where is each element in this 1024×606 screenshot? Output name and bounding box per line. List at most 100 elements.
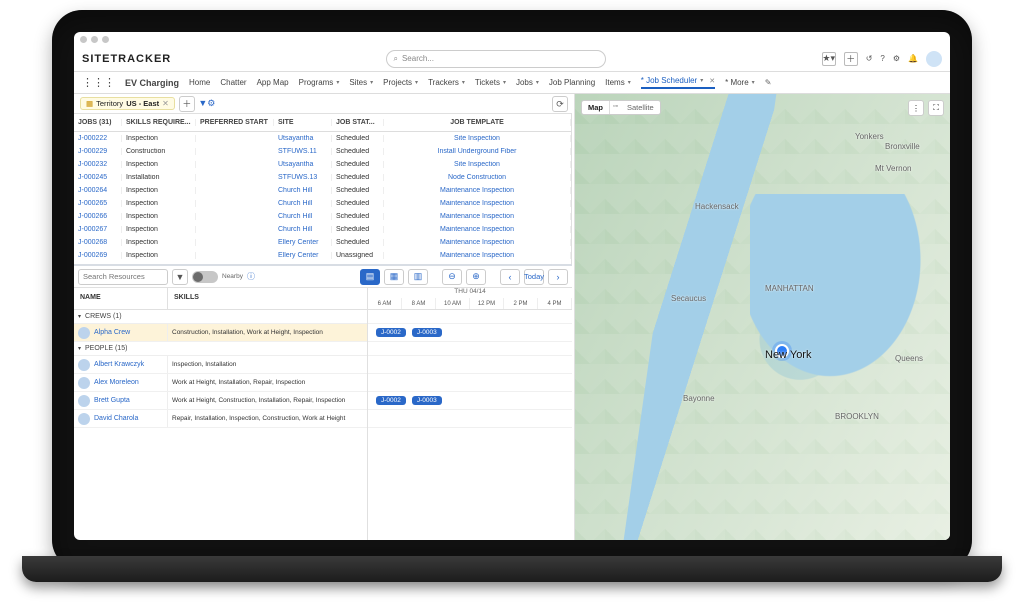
table-row[interactable]: J-000266InspectionChurch HillScheduledMa… (74, 210, 571, 223)
map-place-label: Secaucus (671, 294, 706, 303)
close-icon[interactable]: ✕ (706, 77, 715, 85)
refresh-button[interactable]: ⟳ (552, 96, 568, 112)
col-start[interactable]: PREFERRED START (196, 119, 274, 126)
app-name: EV Charging (125, 78, 179, 88)
help-icon[interactable]: ? (880, 54, 884, 63)
table-row[interactable]: J-000264InspectionChurch HillScheduledMa… (74, 184, 571, 197)
resource-row[interactable]: David CharolaRepair, Installation, Inspe… (74, 410, 367, 428)
view-month-button[interactable]: ▥ (408, 269, 428, 285)
prev-day-button[interactable]: ‹ (500, 269, 520, 285)
filter-settings-button[interactable]: ▼⚙ (199, 96, 215, 112)
tab-more[interactable]: * More▾ (725, 78, 755, 87)
tab-programs[interactable]: Programs▾ (299, 78, 340, 87)
col-site[interactable]: SITE (274, 119, 332, 126)
tab-jobscheduler[interactable]: * Job Scheduler▾✕ (641, 76, 715, 89)
resource-search-input[interactable] (78, 269, 168, 285)
resource-row[interactable]: Alpha CrewConstruction, Installation, Wo… (74, 324, 367, 342)
resource-row[interactable]: Albert KrawczykInspection, Installation (74, 356, 367, 374)
schedule-lane[interactable]: J-0002 J-0003 (368, 324, 572, 342)
resource-row[interactable]: Alex MoreleonWork at Height, Installatio… (74, 374, 367, 392)
favorite-button[interactable]: ★▾ (822, 52, 836, 66)
app-launcher-icon[interactable]: ⋮⋮⋮ (82, 76, 115, 89)
tab-chatter[interactable]: Chatter (220, 78, 246, 87)
nearby-toggle[interactable] (192, 271, 218, 283)
chip-close-icon[interactable]: ✕ (162, 99, 169, 108)
resource-row[interactable]: Brett GuptaWork at Height, Construction,… (74, 392, 367, 410)
view-day-button[interactable]: ▤ (360, 269, 380, 285)
group-header[interactable]: ▾PEOPLE (15) (74, 342, 367, 356)
resource-filter-button[interactable]: ▼ (172, 269, 188, 285)
job-chip[interactable]: J-0002 (376, 328, 406, 337)
tab-sites[interactable]: Sites▾ (349, 78, 373, 87)
window-dots (80, 36, 109, 43)
schedule-lane[interactable] (368, 410, 572, 428)
table-row[interactable]: J-000229ConstructionSTFUWS.11ScheduledIn… (74, 145, 571, 158)
table-row[interactable]: J-000245InstallationSTFUWS.13ScheduledNo… (74, 171, 571, 184)
brand-logo: SITETRACKER (82, 53, 171, 65)
history-icon[interactable]: ↺ (866, 54, 873, 63)
group-header[interactable]: ▾CREWS (1) (74, 310, 367, 324)
header-actions: ★▾ ＋ ↺ ? ⚙ 🔔 (822, 51, 942, 67)
tab-projects[interactable]: Projects▾ (383, 78, 418, 87)
schedule-panel: NAME SKILLS ▾CREWS (1)Alpha CrewConstruc… (74, 288, 572, 540)
map-layers-button[interactable]: ⋮ (908, 100, 924, 116)
col-jobs[interactable]: JOBS (31) (74, 119, 122, 126)
tab-appmap[interactable]: App Map (257, 78, 289, 87)
tab-jobplanning[interactable]: Job Planning (549, 78, 595, 87)
map-place-label: Queens (895, 354, 923, 363)
table-row[interactable]: J-000269InspectionEllery CenterUnassigne… (74, 249, 571, 262)
tab-jobs[interactable]: Jobs▾ (516, 78, 539, 87)
col-skills[interactable]: SKILLS REQUIRE... (122, 119, 196, 126)
global-search[interactable]: ⌕ Search... (386, 50, 606, 68)
schedule-lane[interactable] (368, 374, 572, 392)
search-icon: ⌕ (393, 54, 397, 64)
edit-nav-icon[interactable]: ✎ (765, 78, 772, 87)
add-button[interactable]: ＋ (844, 52, 858, 66)
map-fullscreen-button[interactable]: ⛶ (928, 100, 944, 116)
col-name[interactable]: NAME (74, 288, 168, 309)
nav-tabs: ⋮⋮⋮ EV Charging Home Chatter App Map Pro… (74, 72, 950, 94)
job-chip[interactable]: J-0003 (412, 396, 442, 405)
resource-toolbar: ▼ Nearby ⓘ ▤ ▦ ▥ ⊖ ⊕ ‹ Today › (74, 266, 572, 288)
date-header: THU 04/14 (368, 288, 572, 298)
view-week-button[interactable]: ▦ (384, 269, 404, 285)
col-template[interactable]: JOB TEMPLATE (384, 119, 571, 126)
app-header: SITETRACKER ⌕ Search... ★▾ ＋ ↺ ? ⚙ 🔔 (74, 46, 950, 72)
schedule-lane[interactable] (368, 356, 572, 374)
add-filter-button[interactable]: ＋ (179, 96, 195, 112)
col-status[interactable]: JOB STAT... (332, 119, 384, 126)
map-panel[interactable]: Map ▫▫ Satellite ⋮ ⛶ New York Yonkers Hac… (574, 94, 950, 540)
map-place-label: MANHATTAN (765, 284, 814, 293)
table-row[interactable]: J-000267InspectionChurch HillScheduledMa… (74, 223, 571, 236)
filter-bar: ▦ Territory US - East ✕ ＋ ▼⚙ (74, 94, 572, 114)
territory-chip[interactable]: ▦ Territory US - East ✕ (80, 97, 175, 110)
map-place-label: Yonkers (855, 132, 884, 141)
col-skills-res[interactable]: SKILLS (168, 288, 367, 309)
user-avatar[interactable] (926, 51, 942, 67)
zoom-out-button[interactable]: ⊖ (442, 269, 462, 285)
map-pin-label: New York (765, 349, 811, 361)
tab-tickets[interactable]: Tickets▾ (475, 78, 506, 87)
map-place-label: Bronxville (885, 142, 920, 151)
tab-trackers[interactable]: Trackers▾ (428, 78, 465, 87)
table-row[interactable]: J-000232InspectionUtsayanthaScheduledSit… (74, 158, 571, 171)
info-icon[interactable]: ⓘ (247, 271, 255, 282)
table-row[interactable]: J-000268InspectionEllery CenterScheduled… (74, 236, 571, 249)
table-row[interactable]: J-000222InspectionUtsayanthaScheduledSit… (74, 132, 571, 145)
today-button[interactable]: Today (524, 269, 544, 285)
table-row[interactable]: J-000265InspectionChurch HillScheduledMa… (74, 197, 571, 210)
zoom-in-button[interactable]: ⊕ (466, 269, 486, 285)
tab-items[interactable]: Items▾ (605, 78, 631, 87)
bell-icon[interactable]: 🔔 (908, 54, 918, 63)
tab-home[interactable]: Home (189, 78, 210, 87)
jobs-table: JOBS (31) SKILLS REQUIRE... PREFERRED ST… (74, 114, 572, 264)
map-place-label: Bayonne (683, 394, 715, 403)
next-day-button[interactable]: › (548, 269, 568, 285)
gear-icon[interactable]: ⚙ (893, 54, 900, 63)
schedule-lane[interactable]: J-0002 J-0003 (368, 392, 572, 410)
map-place-label: Mt Vernon (875, 164, 911, 173)
job-chip[interactable]: J-0002 (376, 396, 406, 405)
map-mode-switch[interactable]: Map ▫▫ Satellite (581, 100, 661, 115)
job-chip[interactable]: J-0003 (412, 328, 442, 337)
map-place-label: Hackensack (695, 202, 739, 211)
